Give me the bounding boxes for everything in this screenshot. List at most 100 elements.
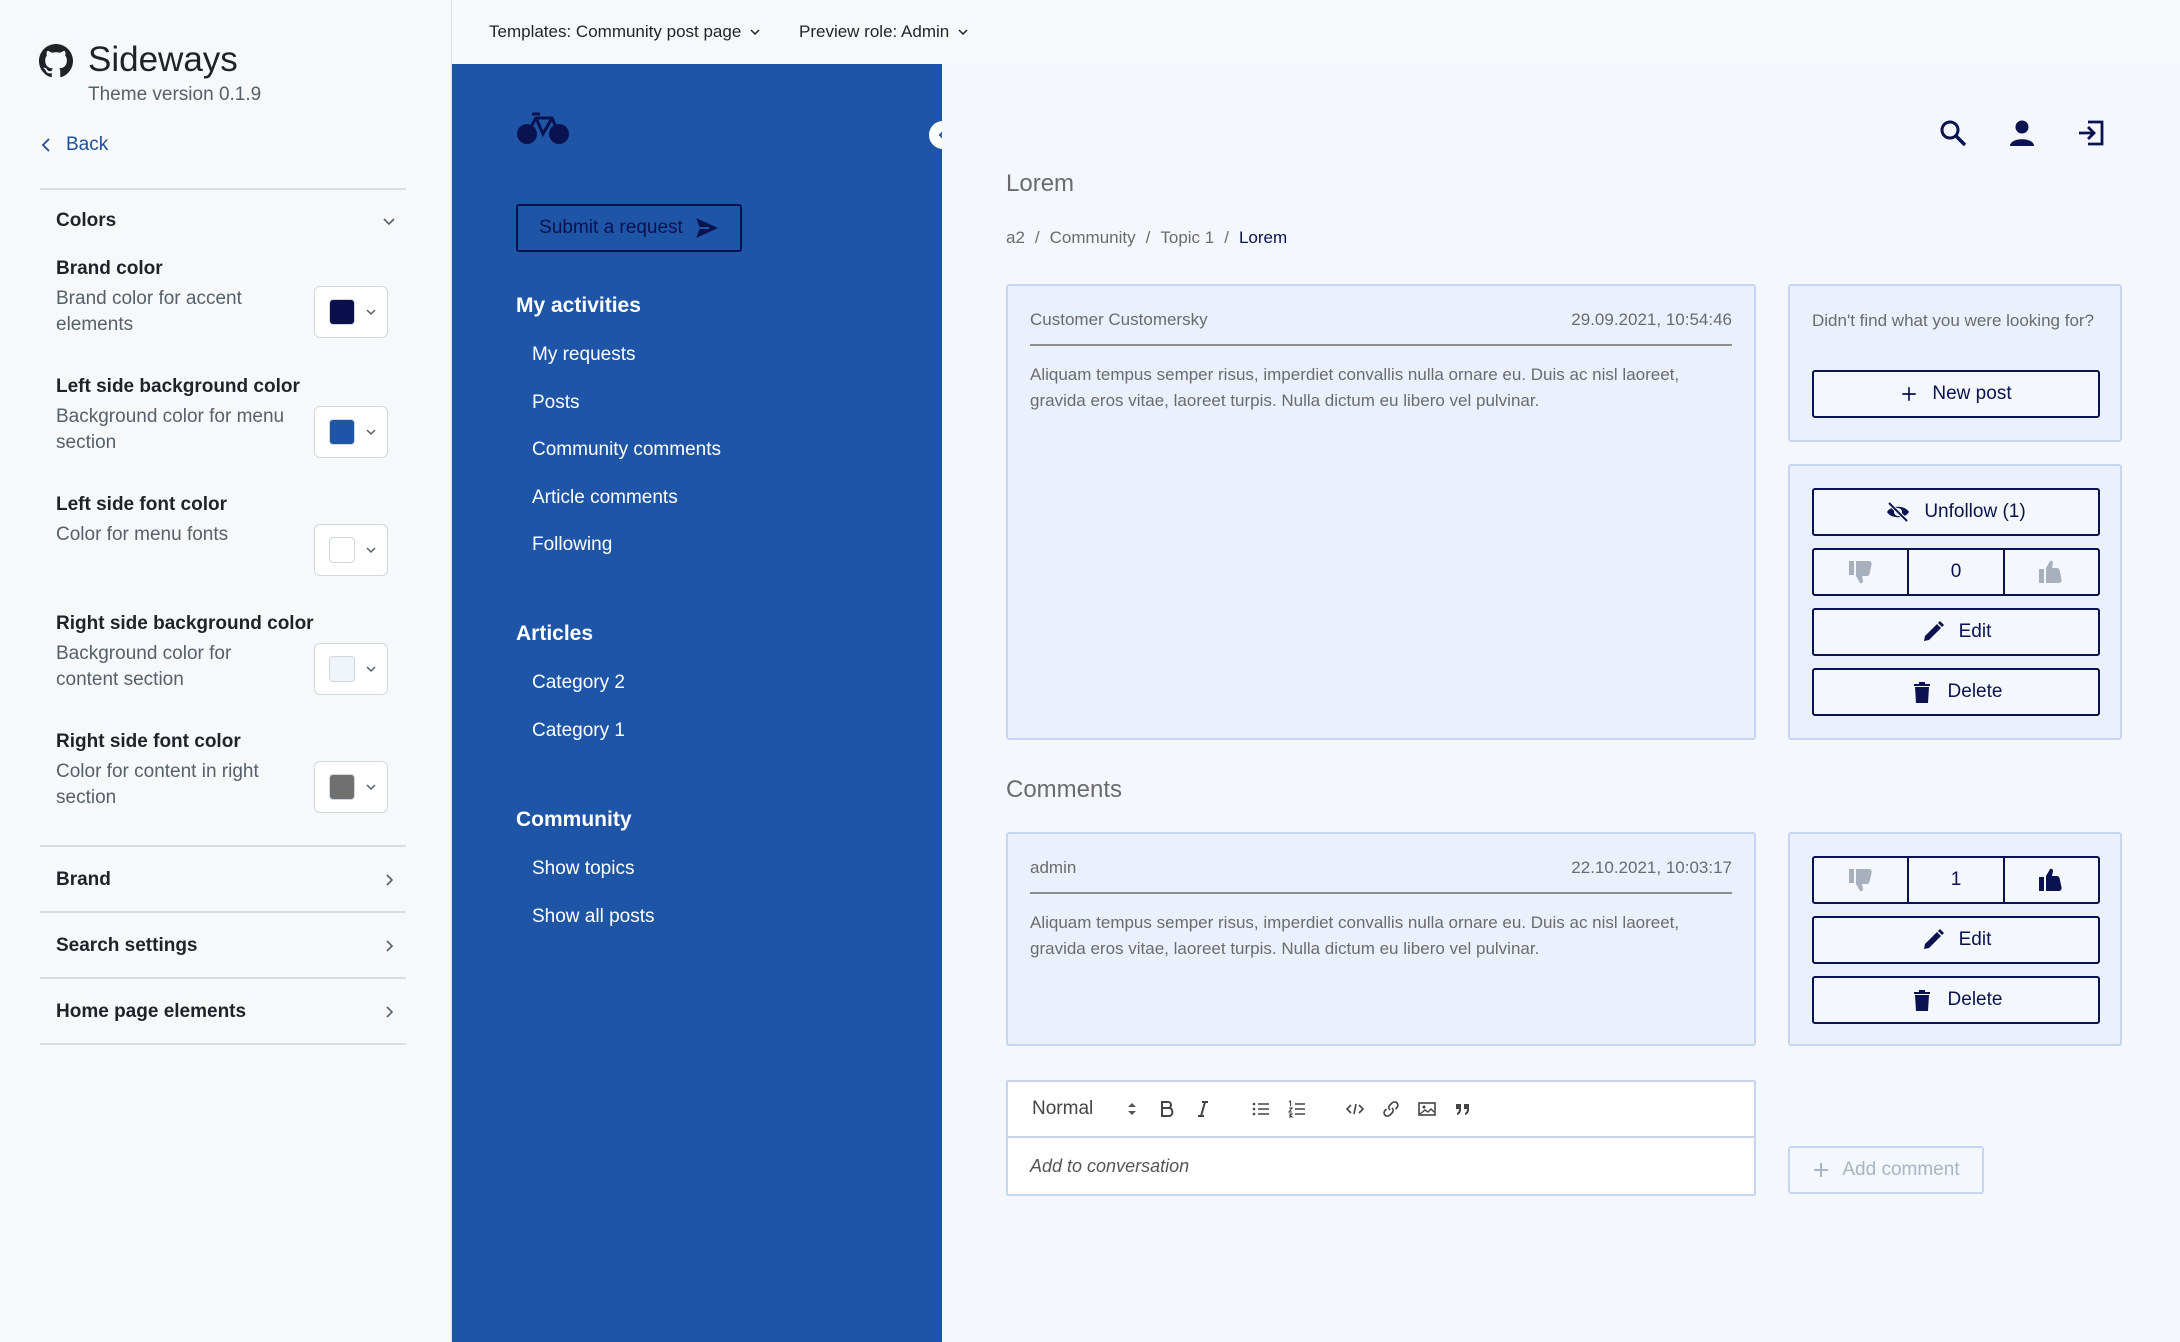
back-link[interactable]: Back — [40, 134, 108, 156]
post-vote-control: 0 — [1812, 548, 2100, 596]
comment-timestamp: 22.10.2021, 10:03:17 — [1571, 858, 1732, 877]
breadcrumb: a2 / Community / Topic 1 / Lorem — [1006, 228, 1287, 248]
chevron-down-icon — [366, 666, 376, 673]
sign-out-icon[interactable] — [2076, 118, 2106, 148]
submit-request-button[interactable]: Submit a request — [516, 204, 742, 252]
chevron-right-icon — [386, 1006, 394, 1018]
color-swatch — [329, 774, 355, 800]
bicycle-logo-icon[interactable] — [516, 110, 570, 146]
code-button[interactable] — [1337, 1100, 1373, 1118]
menu-item-show-topics[interactable]: Show topics — [532, 858, 655, 906]
menu-heading: Community — [516, 808, 632, 831]
color-swatch — [329, 537, 355, 563]
menu-item-article-comments[interactable]: Article comments — [532, 487, 721, 535]
back-label: Back — [66, 134, 109, 155]
chevron-left-icon — [41, 138, 50, 152]
home-page-elements-section-header[interactable]: Home page elements — [56, 1001, 396, 1023]
page-title: Lorem — [1006, 170, 1075, 197]
template-select[interactable]: Templates: Community post page — [489, 22, 761, 42]
menu-item-show-all-posts[interactable]: Show all posts — [532, 906, 655, 954]
menu-item-posts[interactable]: Posts — [532, 392, 721, 440]
edit-post-button[interactable]: Edit — [1812, 608, 2100, 656]
text-format-select[interactable]: Normal — [1032, 1098, 1137, 1120]
bullet-list-button[interactable] — [1243, 1100, 1279, 1118]
post-header: Customer Customersky 29.09.2021, 10:54:4… — [1030, 310, 1732, 346]
delete-label: Delete — [1947, 989, 2003, 1010]
trash-icon — [1913, 990, 1930, 1011]
downvote-button[interactable] — [1814, 550, 1907, 594]
comments-heading: Comments — [1006, 776, 1123, 803]
delete-comment-button[interactable]: Delete — [1812, 976, 2100, 1024]
delete-post-button[interactable]: Delete — [1812, 668, 2100, 716]
menu-item-community-comments[interactable]: Community comments — [532, 439, 721, 487]
menu-group-my-activities: My activities My requests Posts Communit… — [516, 294, 721, 582]
color-picker[interactable] — [314, 761, 388, 813]
breadcrumb-item[interactable]: Topic 1 — [1160, 228, 1214, 248]
preview-top-bar: Templates: Community post page Preview r… — [452, 0, 2180, 64]
thumbs-down-icon — [1848, 561, 1872, 584]
image-button[interactable] — [1409, 1100, 1445, 1118]
unfollow-label: Unfollow (1) — [1924, 501, 2026, 522]
preview-role-select[interactable]: Preview role: Admin — [799, 22, 969, 42]
menu-item-category-2[interactable]: Category 2 — [532, 672, 625, 720]
menu-item-my-requests[interactable]: My requests — [532, 344, 721, 392]
theme-settings-panel: Sideways Theme version 0.1.9 Back Colors… — [0, 0, 452, 1342]
numbered-list-button[interactable] — [1279, 1100, 1315, 1118]
thumbs-up-icon — [2039, 868, 2062, 891]
color-picker[interactable] — [314, 406, 388, 458]
user-icon[interactable] — [2007, 118, 2037, 148]
link-button[interactable] — [1373, 1100, 1409, 1118]
breadcrumb-separator: / — [1034, 228, 1040, 247]
post-vote-count: 0 — [1907, 550, 2005, 594]
eye-slash-icon — [1887, 501, 1910, 523]
menu-item-category-1[interactable]: Category 1 — [532, 720, 625, 768]
breadcrumb-item[interactable]: a2 — [1006, 228, 1025, 248]
comment-input[interactable]: Add to conversation — [1030, 1156, 1189, 1177]
preview-role-value: Preview role: Admin — [799, 22, 950, 41]
right-bg-color-setting: Right side background color Background c… — [56, 613, 396, 695]
pencil-icon — [1923, 929, 1944, 949]
post-author: Customer Customersky — [1030, 310, 1208, 329]
comment-vote-count: 1 — [1907, 858, 2005, 902]
brand-section-header[interactable]: Brand — [56, 869, 396, 891]
send-icon — [695, 218, 718, 238]
blockquote-button[interactable] — [1445, 1100, 1481, 1118]
color-picker[interactable] — [314, 524, 388, 576]
unfollow-button[interactable]: Unfollow (1) — [1812, 488, 2100, 536]
chevron-down-icon — [366, 784, 376, 791]
text-format-value: Normal — [1032, 1098, 1094, 1119]
italic-icon — [1198, 1101, 1209, 1117]
setting-description: Color for menu fonts — [56, 524, 229, 545]
search-icon[interactable] — [1938, 118, 1968, 148]
new-post-button[interactable]: New post — [1812, 370, 2100, 418]
colors-section-header[interactable]: Colors — [56, 210, 396, 232]
breadcrumb-current: Lorem — [1238, 228, 1288, 247]
search-settings-section-header[interactable]: Search settings — [56, 935, 396, 957]
thumbs-up-icon — [2039, 560, 2062, 583]
setting-title: Right side background color — [56, 613, 314, 634]
upvote-button[interactable] — [2005, 550, 2098, 594]
edit-label: Edit — [1958, 621, 1992, 642]
comment-author: admin — [1030, 858, 1077, 877]
setting-description: Brand color for accent elements — [56, 288, 242, 335]
menu-item-following[interactable]: Following — [532, 534, 721, 582]
edit-comment-button[interactable]: Edit — [1812, 916, 2100, 964]
upvote-button[interactable] — [2005, 858, 2098, 902]
numbered-list-icon — [1288, 1100, 1306, 1118]
italic-button[interactable] — [1185, 1100, 1221, 1118]
add-comment-button[interactable]: Add comment — [1788, 1146, 1984, 1194]
downvote-button[interactable] — [1814, 858, 1907, 902]
chevron-down-icon — [366, 309, 376, 316]
color-swatch — [329, 419, 355, 445]
comment-card: admin 22.10.2021, 10:03:17 Aliquam tempu… — [1006, 832, 1756, 1046]
color-picker[interactable] — [314, 286, 388, 338]
plus-icon — [1902, 387, 1917, 401]
color-picker[interactable] — [314, 643, 388, 695]
bullet-list-icon — [1252, 1102, 1270, 1116]
new-post-label: New post — [1932, 383, 2012, 404]
bold-button[interactable] — [1149, 1100, 1185, 1118]
breadcrumb-item[interactable]: Community — [1050, 228, 1136, 248]
setting-description: Color for content in right section — [56, 761, 259, 808]
post-card: Customer Customersky 29.09.2021, 10:54:4… — [1006, 284, 1756, 740]
menu-group-articles: Articles Category 2 Category 1 — [516, 622, 625, 767]
